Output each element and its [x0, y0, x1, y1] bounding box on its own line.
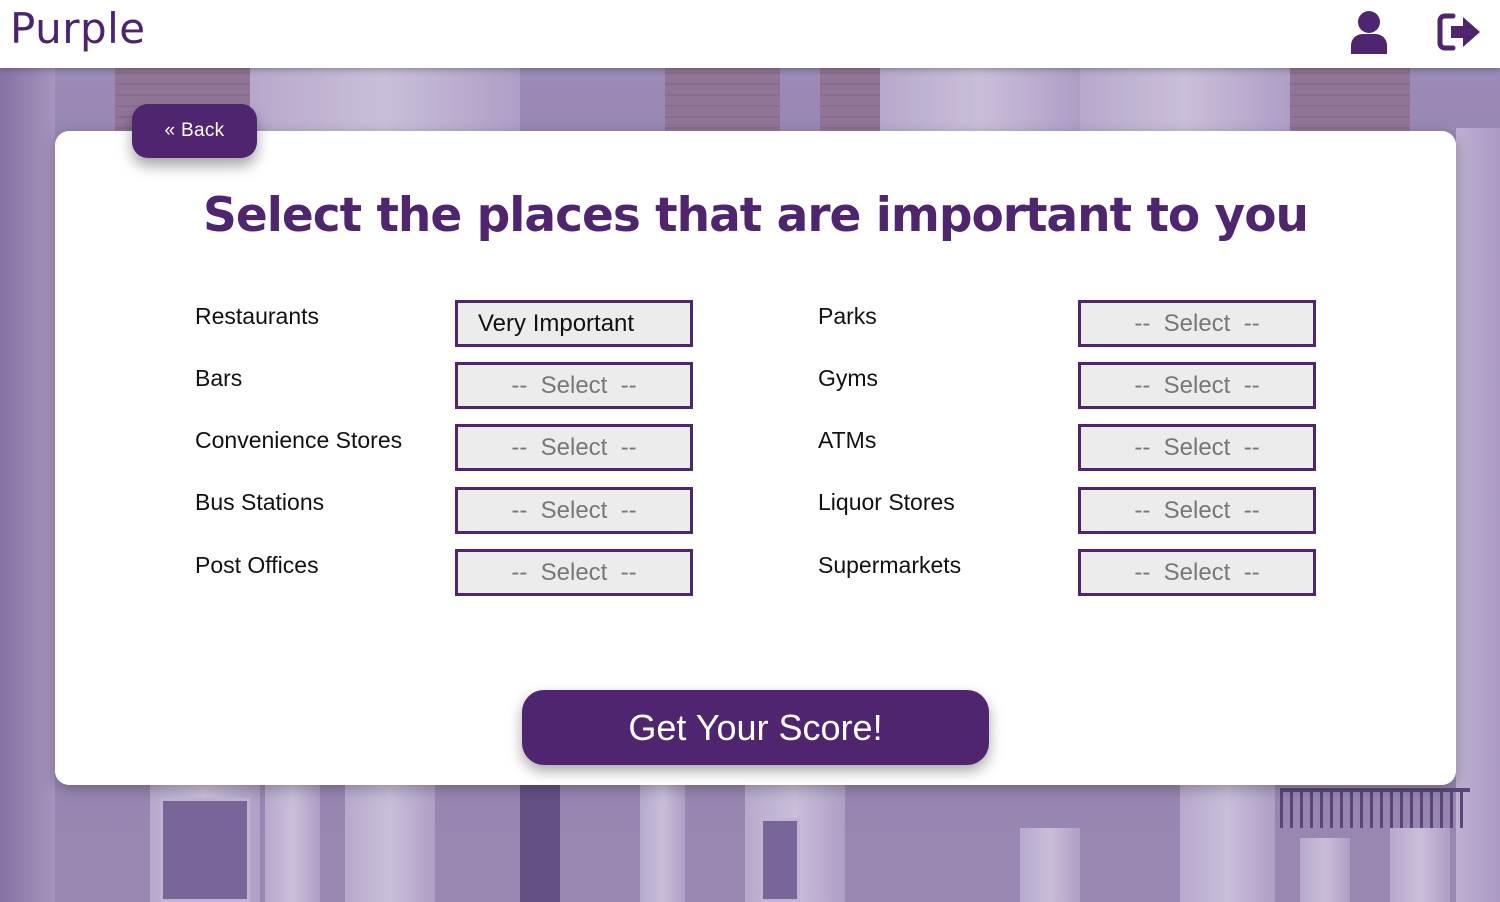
- top-navigation-bar: Purple: [0, 0, 1500, 68]
- select-parks[interactable]: -- Select --: [1078, 300, 1316, 347]
- label-gyms: Gyms: [818, 365, 879, 391]
- preferences-card: Select the places that are important to …: [55, 131, 1456, 785]
- label-restaurants: Restaurants: [195, 303, 320, 329]
- label-liquor-stores: Liquor Stores: [818, 489, 955, 515]
- select-convenience-stores[interactable]: -- Select --: [455, 424, 693, 471]
- label-supermarkets: Supermarkets: [818, 552, 962, 578]
- brand-logo-text[interactable]: Purple: [10, 4, 146, 53]
- select-restaurants[interactable]: Very Important: [455, 300, 693, 347]
- select-gyms[interactable]: -- Select --: [1078, 362, 1316, 409]
- sign-out-icon[interactable]: [1436, 8, 1484, 56]
- select-bus-stations[interactable]: -- Select --: [455, 487, 693, 534]
- select-bars[interactable]: -- Select --: [455, 362, 693, 409]
- label-parks: Parks: [818, 303, 877, 329]
- user-icon[interactable]: [1345, 8, 1393, 56]
- select-liquor-stores[interactable]: -- Select --: [1078, 487, 1316, 534]
- select-atms[interactable]: -- Select --: [1078, 424, 1316, 471]
- select-post-offices[interactable]: -- Select --: [455, 549, 693, 596]
- label-atms: ATMs: [818, 427, 877, 453]
- back-button[interactable]: « Back: [132, 104, 257, 158]
- label-bars: Bars: [195, 365, 243, 391]
- get-score-button[interactable]: Get Your Score!: [522, 690, 989, 765]
- page-title: Select the places that are important to …: [203, 188, 1309, 243]
- label-post-offices: Post Offices: [195, 552, 319, 578]
- label-convenience-stores: Convenience Stores: [195, 427, 403, 453]
- label-bus-stations: Bus Stations: [195, 489, 325, 515]
- select-supermarkets[interactable]: -- Select --: [1078, 549, 1316, 596]
